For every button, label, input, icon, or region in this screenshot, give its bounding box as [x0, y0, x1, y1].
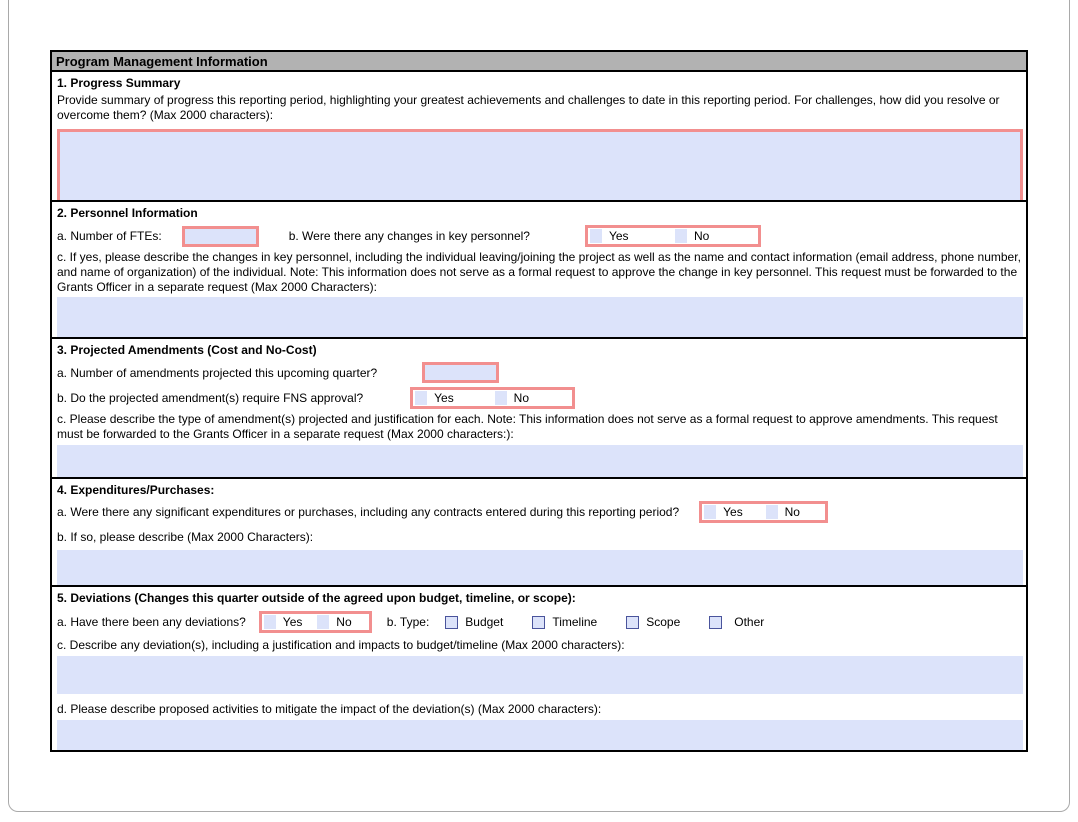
- expenditures-question-label: a. Were there any significant expenditur…: [57, 505, 679, 519]
- amendments-count-label: a. Number of amendments projected this u…: [57, 366, 377, 380]
- ftes-label: a. Number of FTEs:: [57, 229, 162, 243]
- no-label: No: [336, 615, 351, 629]
- budget-checkbox[interactable]: [445, 616, 458, 629]
- expenditures-yes-option[interactable]: Yes: [702, 505, 764, 519]
- expenditures-yesno-group: Yes No: [699, 501, 828, 523]
- progress-summary-textarea[interactable]: [57, 129, 1023, 200]
- amendments-description-textarea[interactable]: [57, 445, 1023, 477]
- yes-label: Yes: [723, 505, 743, 519]
- key-personnel-yes-option[interactable]: Yes: [588, 229, 673, 243]
- deviation-describe-label: c. Describe any deviation(s), including …: [57, 638, 1021, 653]
- key-personnel-question-label: b. Were there any changes in key personn…: [289, 229, 530, 243]
- no-checkbox[interactable]: [495, 391, 507, 405]
- other-label: Other: [734, 615, 764, 629]
- type-option-timeline[interactable]: Timeline: [532, 615, 597, 629]
- section-projected-amendments: 3. Projected Amendments (Cost and No-Cos…: [52, 337, 1026, 477]
- yes-label: Yes: [283, 615, 303, 629]
- deviations-yesno-group: Yes No: [259, 611, 372, 633]
- yes-checkbox[interactable]: [704, 505, 716, 519]
- section-1-title: 1. Progress Summary: [57, 75, 1021, 90]
- amendments-count-input[interactable]: [422, 362, 499, 383]
- deviations-yes-option[interactable]: Yes: [262, 615, 316, 629]
- section-3-title: 3. Projected Amendments (Cost and No-Cos…: [57, 342, 1021, 357]
- fns-approval-yesno-group: Yes No: [410, 387, 575, 409]
- no-checkbox[interactable]: [675, 229, 687, 243]
- section-personnel-information: 2. Personnel Information a. Number of FT…: [52, 200, 1026, 337]
- amendments-describe-label: c. Please describe the type of amendment…: [57, 412, 1023, 442]
- type-option-scope[interactable]: Scope: [626, 615, 680, 629]
- yes-checkbox[interactable]: [415, 391, 427, 405]
- section-expenditures-purchases: 4. Expenditures/Purchases: a. Were there…: [52, 477, 1026, 585]
- no-label: No: [694, 229, 709, 243]
- expenditures-description-textarea[interactable]: [57, 550, 1023, 585]
- pdf-page: Program Management Information 1. Progre…: [8, 0, 1070, 812]
- program-management-form: Program Management Information 1. Progre…: [50, 50, 1028, 752]
- expenditures-describe-label: b. If so, please describe (Max 2000 Char…: [57, 530, 1021, 545]
- ftes-input[interactable]: [182, 226, 259, 247]
- no-label: No: [514, 391, 529, 405]
- type-option-budget[interactable]: Budget: [445, 615, 503, 629]
- key-personnel-yesno-group: Yes No: [585, 225, 761, 247]
- deviations-no-option[interactable]: No: [315, 615, 369, 629]
- other-checkbox[interactable]: [709, 616, 722, 629]
- yes-label: Yes: [609, 229, 629, 243]
- deviations-question-label: a. Have there been any deviations?: [57, 615, 246, 629]
- mitigation-description-textarea[interactable]: [57, 720, 1023, 750]
- no-checkbox[interactable]: [317, 615, 329, 629]
- no-checkbox[interactable]: [766, 505, 778, 519]
- yes-checkbox[interactable]: [264, 615, 276, 629]
- key-personnel-changes-textarea[interactable]: [57, 297, 1023, 337]
- form-section-header: Program Management Information: [52, 52, 1026, 72]
- section-1-description: Provide summary of progress this reporti…: [57, 93, 1023, 123]
- scope-checkbox[interactable]: [626, 616, 639, 629]
- expenditures-no-option[interactable]: No: [764, 505, 826, 519]
- fns-approval-question-label: b. Do the projected amendment(s) require…: [57, 391, 363, 405]
- fns-approval-yes-option[interactable]: Yes: [413, 391, 493, 405]
- key-personnel-no-option[interactable]: No: [673, 229, 758, 243]
- no-label: No: [785, 505, 800, 519]
- section-2-title: 2. Personnel Information: [57, 205, 1021, 220]
- yes-label: Yes: [434, 391, 454, 405]
- section-progress-summary: 1. Progress Summary Provide summary of p…: [52, 72, 1026, 200]
- mitigation-describe-label: d. Please describe proposed activities t…: [57, 702, 1021, 717]
- section-deviations: 5. Deviations (Changes this quarter outs…: [52, 585, 1026, 750]
- timeline-checkbox[interactable]: [532, 616, 545, 629]
- key-personnel-describe-label: c. If yes, please describe the changes i…: [57, 250, 1023, 295]
- section-5-title: 5. Deviations (Changes this quarter outs…: [57, 590, 1021, 605]
- yes-checkbox[interactable]: [590, 229, 602, 243]
- timeline-label: Timeline: [552, 615, 597, 629]
- scope-label: Scope: [646, 615, 680, 629]
- type-option-other[interactable]: Other: [709, 615, 764, 629]
- section-4-title: 4. Expenditures/Purchases:: [57, 482, 1021, 497]
- deviation-description-textarea[interactable]: [57, 656, 1023, 694]
- fns-approval-no-option[interactable]: No: [493, 391, 573, 405]
- deviation-type-label: b. Type:: [387, 615, 429, 629]
- budget-label: Budget: [465, 615, 503, 629]
